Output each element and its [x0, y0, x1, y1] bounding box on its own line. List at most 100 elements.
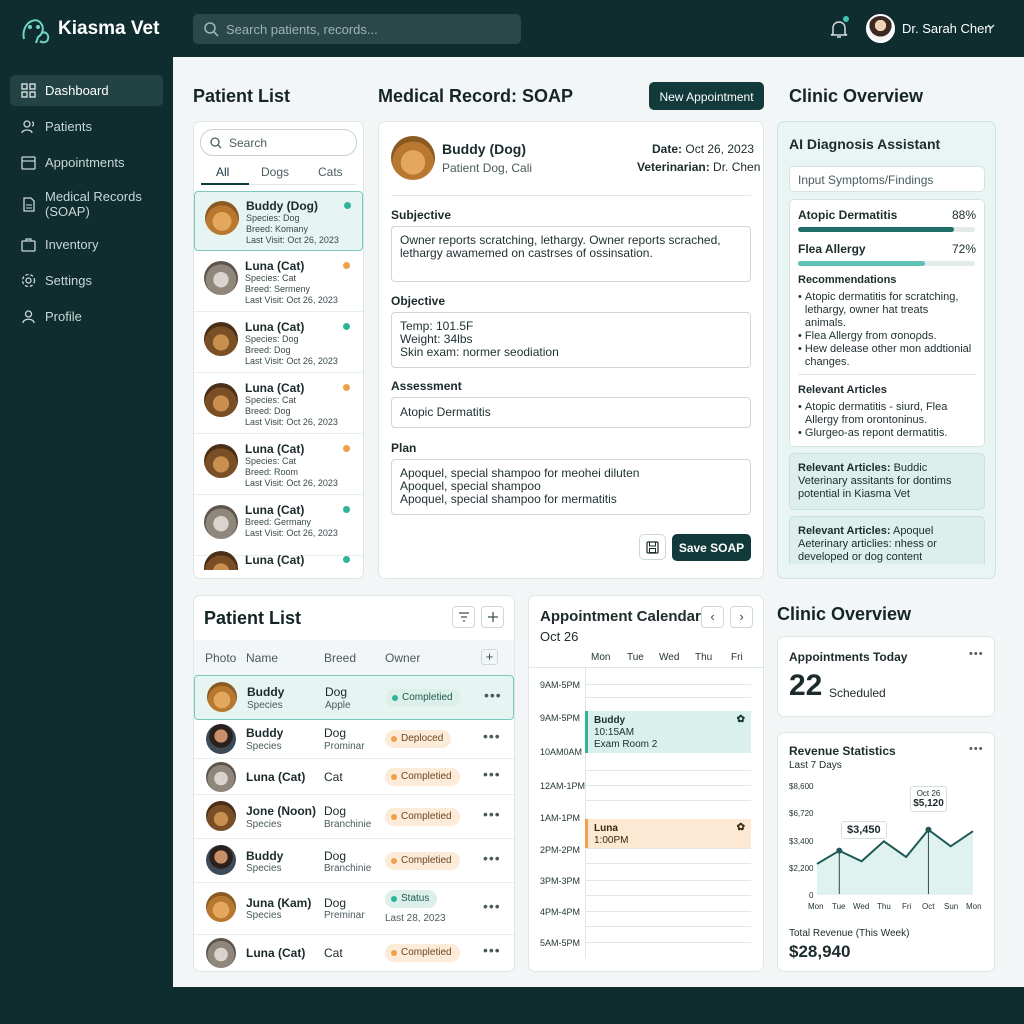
total-revenue-value: $28,940 — [789, 942, 851, 961]
article-card[interactable]: Relevant Articles: Buddic Veterinary ass… — [789, 453, 985, 510]
tab-dogs[interactable]: Dogs — [261, 165, 289, 179]
table-row[interactable]: Luna (Cat) Cat Completied ••• — [194, 759, 514, 795]
patient-photo — [204, 505, 238, 539]
tab-cats[interactable]: Cats — [318, 165, 343, 179]
patient-list-item[interactable]: Luna (Cat) Species: Cat Breed: Dog Last … — [194, 374, 363, 434]
diagnosis-percent: 72% — [952, 242, 977, 256]
table-row[interactable]: Luna (Cat) Cat Completied ••• — [194, 935, 514, 971]
more-options-button[interactable]: ••• — [484, 687, 502, 703]
time-gridline — [585, 684, 751, 685]
sidebar-item-appointments[interactable]: Appointments — [10, 147, 163, 178]
row-species: Species — [246, 863, 282, 874]
gear-icon — [21, 273, 36, 288]
time-gridline — [585, 942, 751, 943]
notification-dot — [843, 16, 849, 22]
sidebar-item-medical-records[interactable]: Medical Records (SOAP) — [10, 185, 163, 223]
save-soap-button[interactable]: Save SOAP — [672, 534, 751, 561]
appointments-today-title: Appointments Today — [789, 650, 908, 664]
plan-label: Plan — [391, 441, 417, 455]
col-owner[interactable]: Owner — [385, 651, 420, 665]
sidebar-item-inventory[interactable]: Inventory — [10, 229, 163, 260]
prev-week-button[interactable]: ‹ — [701, 606, 724, 628]
next-week-button[interactable]: › — [730, 606, 753, 628]
patient-photo — [204, 444, 238, 478]
patient-list-item[interactable]: Buddy (Dog) Species: Dog Breed: Komany L… — [194, 191, 363, 251]
save-draft-button[interactable] — [639, 534, 666, 560]
article-link[interactable]: Glurgeo-as repont dermatitis. — [805, 427, 947, 440]
calendar-date: Oct 26 — [540, 629, 579, 644]
data-point — [925, 826, 932, 833]
tooltip-value: $5,120 — [913, 798, 944, 809]
status-badge: Completied — [385, 808, 460, 826]
table-row[interactable]: Buddy Species Dog Apple Completied ••• — [194, 675, 514, 720]
row-breed: Dog — [324, 896, 347, 910]
user-name[interactable]: Dr. Sarah Chen — [902, 21, 992, 36]
appointment-event[interactable]: Luna 1:00PM ✿ — [585, 819, 751, 848]
chevron-down-icon[interactable] — [986, 22, 996, 32]
table-row[interactable]: Jone (Noon) Species Dog Branchinie Compl… — [194, 795, 514, 839]
calendar-icon — [21, 156, 36, 170]
sidebar-item-label: Appointments — [45, 155, 125, 170]
tooltip: Oct 26 $5,120 — [910, 786, 947, 812]
search-input[interactable] — [226, 19, 506, 39]
chevron-left-icon: ‹ — [710, 609, 715, 624]
table-row[interactable]: Buddy Species Dog Prominar Deploced ••• — [194, 720, 514, 759]
col-name[interactable]: Name — [246, 651, 278, 665]
plan-field[interactable]: Apoquel, special shampoo for meohei dilu… — [391, 459, 751, 515]
x-tick-label: Mon — [966, 902, 982, 911]
symptoms-input[interactable]: Input Symptoms/Findings — [789, 166, 985, 192]
patient-list-item[interactable]: Luna (Cat) Species: Dog Breed: Dog Last … — [194, 313, 363, 373]
patient-photo — [206, 762, 236, 792]
objective-field[interactable]: Temp: 101.5F Weight: 34lbs Skin exam: no… — [391, 312, 751, 368]
appointment-event[interactable]: Buddy 10:15AM Exam Room 2 ✿ — [585, 711, 751, 753]
time-gridline — [585, 770, 751, 771]
appointments-sub: Scheduled — [829, 686, 886, 700]
person-icon — [22, 310, 35, 324]
global-search[interactable] — [193, 14, 521, 44]
patient-list-item[interactable]: Luna (Cat) Species: Cat Breed: Sermeny L… — [194, 252, 363, 312]
patient-list-item[interactable]: Luna (Cat) — [194, 546, 363, 570]
bell-icon[interactable] — [830, 19, 848, 39]
article-link[interactable]: Atopic dermatitis - siurd, Flea Allergy … — [805, 401, 947, 427]
articles-title: Relevant Articles — [798, 384, 887, 396]
sidebar-item-settings[interactable]: Settings — [10, 265, 163, 296]
more-options-button[interactable]: ••• — [483, 728, 501, 744]
table-row[interactable]: Juna (Kam) Species Dog Preminar Status L… — [194, 883, 514, 935]
more-options-button[interactable]: ••• — [483, 806, 501, 822]
filter-button[interactable] — [452, 606, 475, 628]
table-row[interactable]: Buddy Species Dog Branchinie Completied … — [194, 839, 514, 883]
more-options-button[interactable]: ••• — [483, 766, 501, 782]
more-options-button[interactable]: ••• — [969, 648, 984, 660]
sidebar-item-label: Dashboard — [45, 83, 109, 98]
data-point — [836, 847, 843, 854]
patient-search-input[interactable]: Search — [200, 129, 357, 156]
new-appointment-button[interactable]: New Appointment — [649, 82, 764, 110]
col-breed[interactable]: Breed — [324, 651, 356, 665]
search-icon — [210, 137, 222, 149]
more-options-button[interactable]: ••• — [483, 850, 501, 866]
time-slot-label: 4PM-4PM — [540, 907, 581, 917]
search-placeholder: Search — [229, 136, 268, 150]
soap-patient-sub: Patient Dog, Cali — [442, 161, 533, 175]
filter-icon — [459, 612, 469, 622]
row-breed-sub: Preminar — [324, 910, 365, 921]
tab-all[interactable]: All — [216, 165, 229, 179]
assessment-field[interactable]: Atopic Dermatitis — [391, 397, 751, 428]
move-button[interactable] — [481, 606, 504, 628]
more-options-button[interactable]: ••• — [483, 898, 501, 914]
more-options-button[interactable]: ••• — [483, 942, 501, 958]
patient-species: Species: Cat — [245, 456, 297, 466]
sidebar-item-profile[interactable]: Profile — [10, 301, 163, 332]
sidebar-item-dashboard[interactable]: Dashboard — [10, 75, 163, 106]
subjective-field[interactable]: Owner reports scratching, lethargy. Owne… — [391, 226, 751, 282]
patient-breed: Breed: Dog — [245, 406, 291, 416]
confidence-bar-fill — [798, 261, 925, 266]
add-column-button[interactable]: + — [481, 649, 498, 665]
patient-name: Luna (Cat) — [245, 442, 305, 456]
sidebar-item-patients[interactable]: Patients — [10, 111, 163, 142]
calendar-title: Appointment Calendar — [540, 608, 701, 625]
user-avatar[interactable] — [866, 14, 895, 43]
patient-photo — [206, 938, 236, 968]
patient-list-item[interactable]: Luna (Cat) Species: Cat Breed: Room Last… — [194, 435, 363, 495]
article-card[interactable]: Relevant Articles: Apoquel Aeterinary ar… — [789, 516, 985, 564]
